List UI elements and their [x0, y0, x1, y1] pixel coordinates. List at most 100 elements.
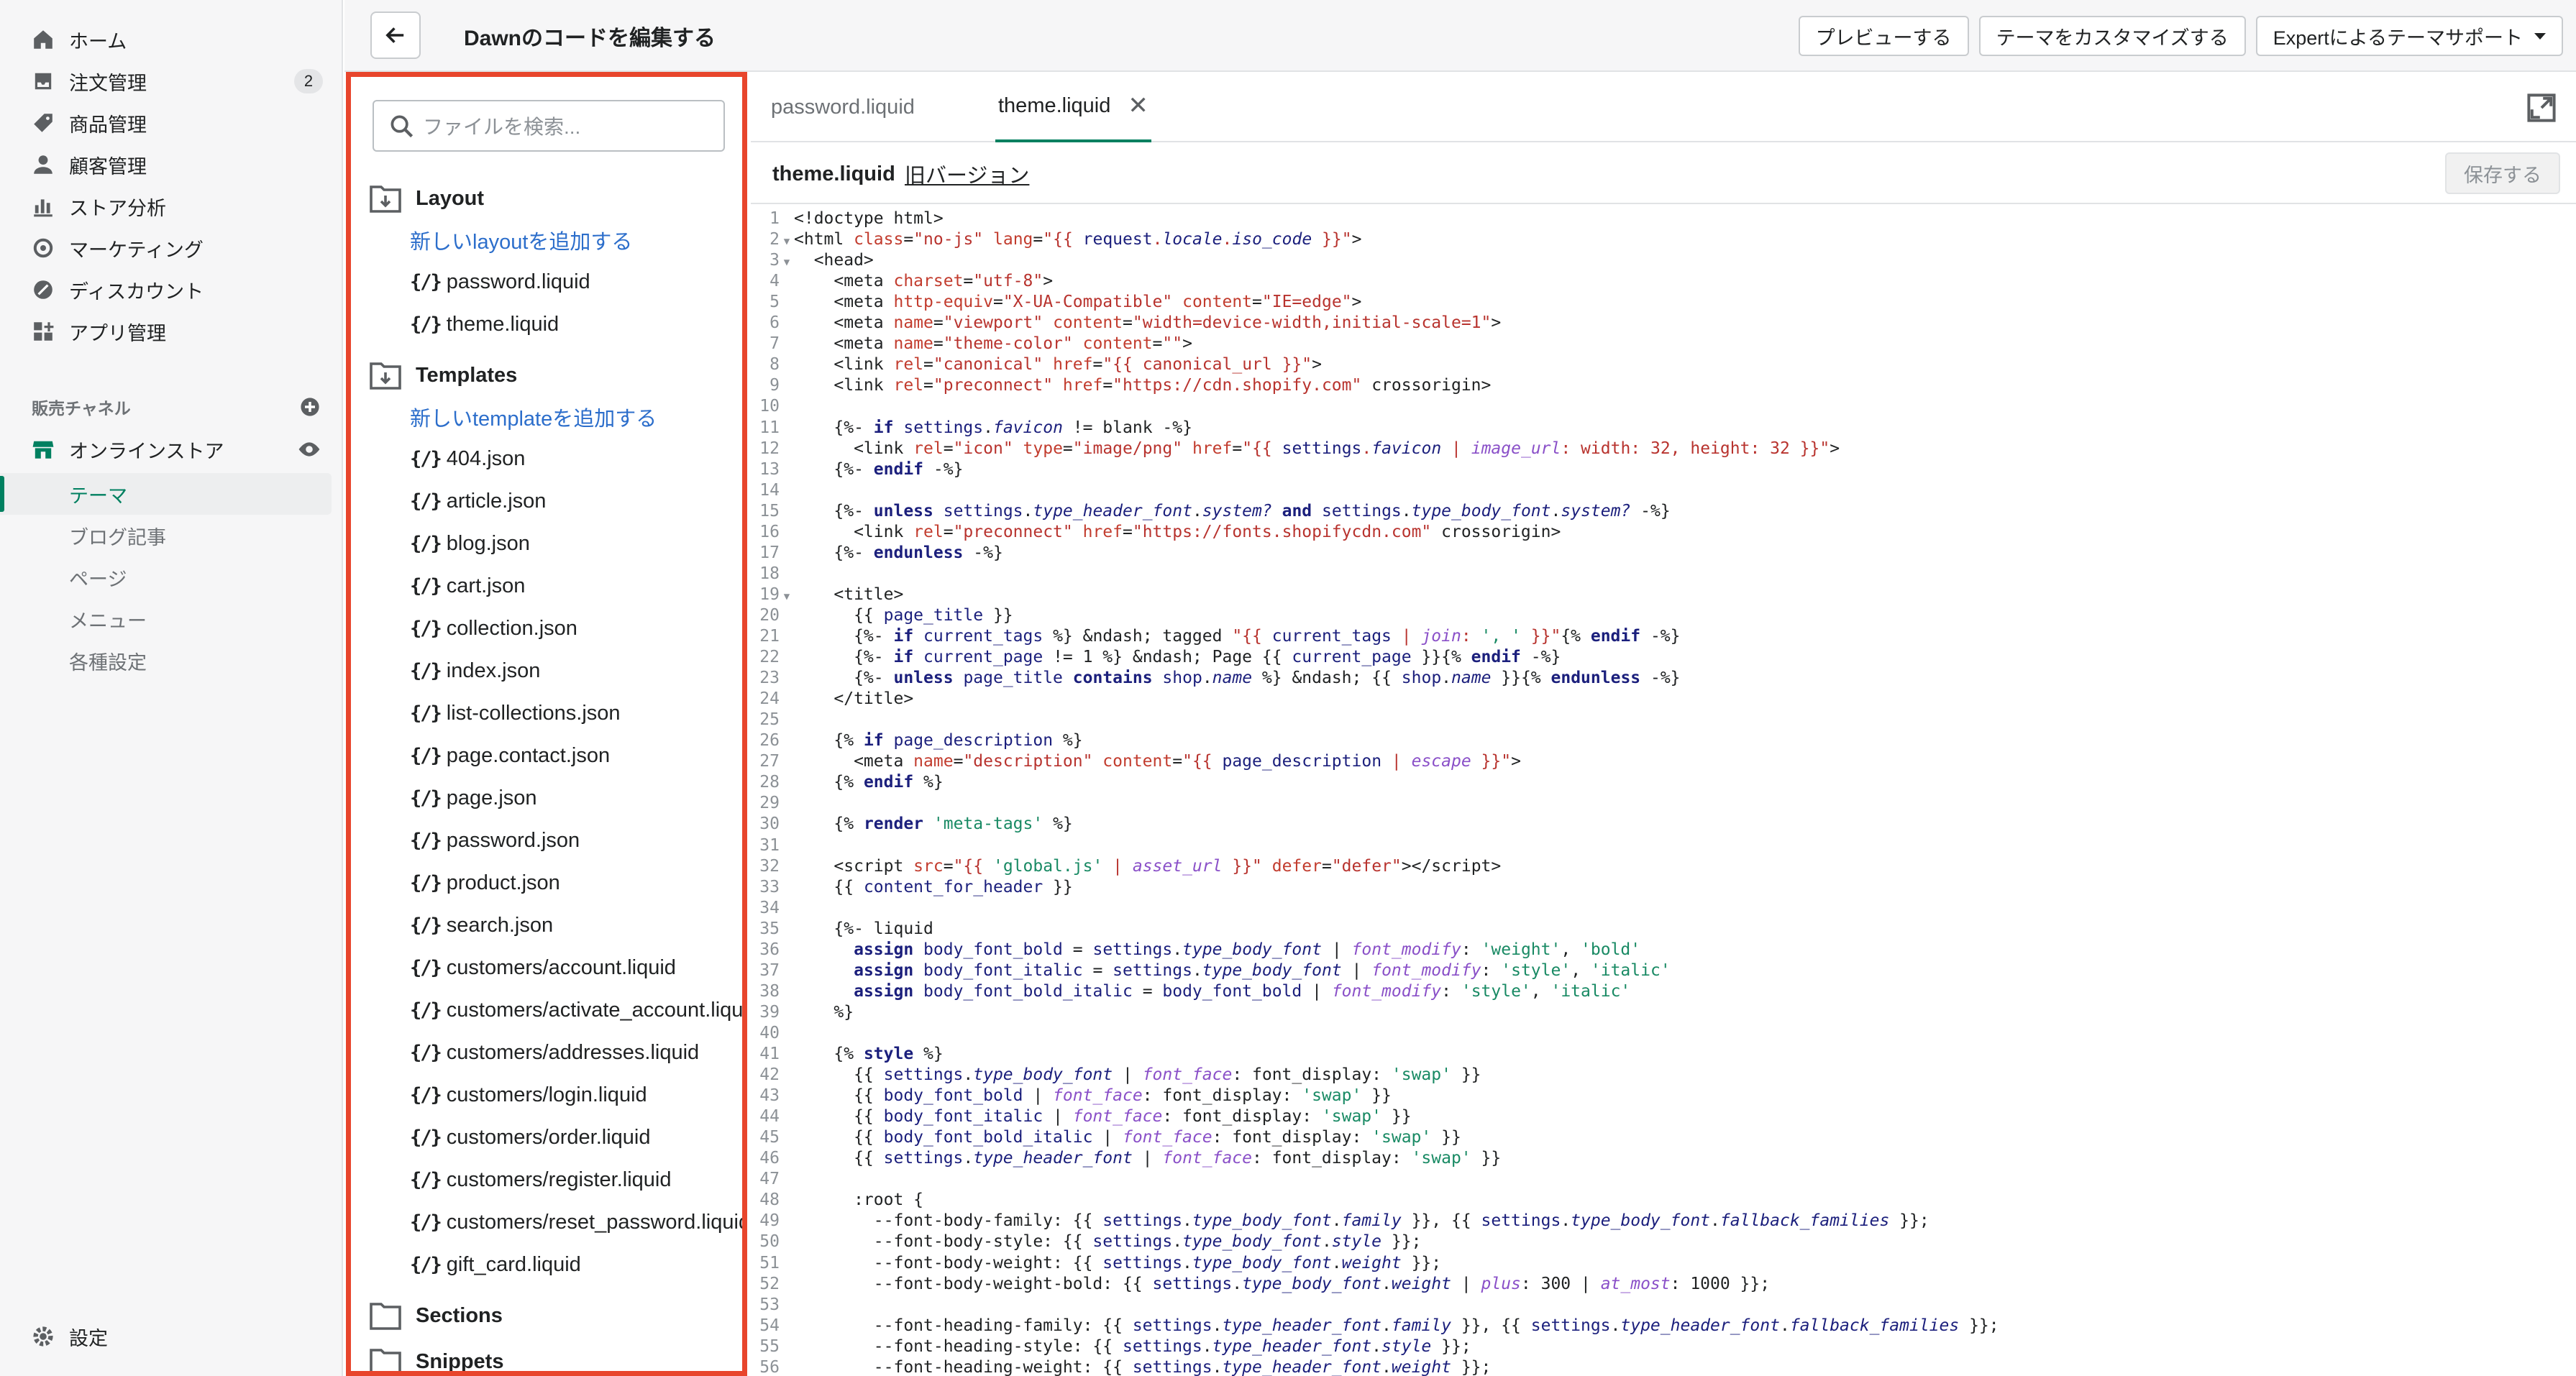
line-number: 19	[759, 584, 780, 604]
nav-item-analytics[interactable]: ストア分析	[0, 185, 342, 227]
nav-item-settings[interactable]: 設定	[0, 1316, 342, 1357]
eye-icon[interactable]	[297, 438, 321, 461]
code-line: 4 <meta charset="utf-8">	[751, 271, 1053, 292]
nav-item-online-store[interactable]: オンラインストア	[0, 428, 342, 470]
code-text: {{ settings.type_header_font | font_face…	[794, 1149, 1502, 1168]
code-text: <link rel="preconnect" href="https://cdn…	[794, 376, 1492, 395]
file-item[interactable]: {/} collection.json	[351, 607, 742, 650]
code-file-icon: {/}	[410, 1127, 442, 1149]
tag-icon	[32, 111, 55, 134]
file-item[interactable]: {/} customers/login.liquid	[351, 1074, 742, 1116]
nav-label: オンラインストア	[69, 440, 224, 462]
nav-item-products[interactable]: 商品管理	[0, 102, 342, 144]
file-item[interactable]: {/} search.json	[351, 904, 742, 947]
code-line: 52 --font-body-weight-bold: {{ settings.…	[751, 1274, 1770, 1295]
folder-templates[interactable]: Templates	[351, 354, 742, 396]
file-item[interactable]: {/} 404.json	[351, 438, 742, 480]
folder-layout[interactable]: Layout	[351, 178, 742, 219]
file-name: password.json	[446, 829, 580, 852]
file-item[interactable]: {/} password.liquid	[351, 261, 742, 303]
customize-theme-button[interactable]: テーマをカスタマイズする	[1978, 16, 2246, 56]
line-number: 17	[759, 543, 780, 562]
back-button[interactable]	[370, 12, 421, 59]
code-area[interactable]: 1 <!doctype html> 2 ▼ <html class="no-js" la…	[751, 208, 2576, 1376]
subnav-blog-posts[interactable]: ブログ記事	[0, 515, 342, 556]
close-icon[interactable]: ✕	[1128, 91, 1148, 120]
nav-item-home[interactable]: ホーム	[0, 19, 342, 60]
file-item[interactable]: {/} index.json	[351, 650, 742, 692]
file-item[interactable]: {/} password.json	[351, 820, 742, 862]
add-template-link[interactable]: 新しいtemplateを追加する	[351, 396, 742, 438]
old-versions-link[interactable]: 旧バージョン	[905, 144, 1029, 204]
expand-icon[interactable]	[2526, 92, 2557, 124]
fold-toggle-icon[interactable]: ▼	[780, 231, 794, 252]
nav-item-discounts[interactable]: ディスカウント	[0, 269, 342, 311]
line-number: 31	[759, 835, 780, 855]
plus-circle-icon[interactable]	[300, 397, 320, 417]
code-file-icon: {/}	[410, 1254, 442, 1276]
file-item[interactable]: {/} blog.json	[351, 523, 742, 565]
line-number: 27	[759, 752, 780, 771]
code-file-icon: {/}	[410, 490, 442, 513]
fold-toggle-icon[interactable]: ▼	[780, 252, 794, 273]
folder-sections[interactable]: Sections	[351, 1295, 742, 1336]
line-number: 11	[759, 418, 780, 437]
file-item[interactable]: {/} customers/addresses.liquid	[351, 1032, 742, 1074]
code-text: <head>	[794, 251, 874, 270]
file-name: collection.json	[446, 617, 577, 640]
subnav-preferences[interactable]: 各種設定	[0, 640, 342, 682]
code-file-icon: {/}	[410, 830, 442, 852]
code-text: <link rel="preconnect" href="https://fon…	[794, 522, 1561, 541]
file-item[interactable]: {/} customers/order.liquid	[351, 1116, 742, 1159]
file-item[interactable]: {/} page.contact.json	[351, 735, 742, 777]
code-line: 7 <meta name="theme-color" content="">	[751, 334, 1192, 354]
code-line: 42 {{ settings.type_body_font | font_fac…	[751, 1065, 1481, 1086]
file-item[interactable]: {/} customers/reset_password.liquid	[351, 1201, 742, 1244]
preview-button[interactable]: プレビューする	[1798, 16, 1969, 56]
code-text: {%- if current_tags %} &ndash; tagged "{…	[794, 627, 1681, 646]
line-number: 51	[759, 1253, 780, 1272]
folder-snippets[interactable]: Snippets	[351, 1341, 742, 1371]
file-search-input[interactable]: ファイルを検索...	[373, 100, 725, 152]
store-icon	[32, 438, 55, 461]
nav-item-orders[interactable]: 注文管理 2	[0, 60, 342, 102]
code-text: assign body_font_italic = settings.type_…	[854, 960, 1671, 980]
file-item[interactable]: {/} gift_card.liquid	[351, 1244, 742, 1286]
subnav-pages[interactable]: ページ	[0, 556, 342, 598]
code-line: 18	[751, 564, 794, 584]
template-file-list: {/} 404.json {/} article.json {/} blog.json {/…	[351, 438, 742, 1286]
file-name: customers/order.liquid	[446, 1126, 651, 1149]
file-browser-panel: ファイルを検索... Layout 新しいlayoutを追加する {/} pass…	[346, 72, 747, 1376]
line-number: 14	[759, 480, 780, 500]
code-text: {%- unless page_title contains shop.name…	[794, 669, 1681, 688]
tab-theme-liquid[interactable]: theme.liquid ✕	[995, 72, 1151, 142]
nav-item-customers[interactable]: 顧客管理	[0, 144, 342, 185]
add-layout-link[interactable]: 新しいlayoutを追加する	[351, 219, 742, 261]
file-item[interactable]: {/} customers/activate_account.liquid	[351, 989, 742, 1032]
file-item[interactable]: {/} customers/account.liquid	[351, 947, 742, 989]
file-item[interactable]: {/} list-collections.json	[351, 692, 742, 735]
file-item[interactable]: {/} page.json	[351, 777, 742, 820]
file-item[interactable]: {/} product.json	[351, 862, 742, 904]
code-text: --font-heading-style: {{ settings.type_h…	[794, 1336, 1471, 1356]
file-item[interactable]: {/} theme.liquid	[351, 303, 742, 346]
code-text: {{ body_font_italic | font_face: font_di…	[794, 1107, 1412, 1127]
code-text: {% endif %}	[794, 773, 944, 792]
tab-password-liquid[interactable]: password.liquid	[771, 72, 915, 142]
file-item[interactable]: {/} cart.json	[351, 565, 742, 607]
fold-toggle-icon[interactable]: ▼	[780, 587, 794, 607]
code-file-icon: {/}	[410, 872, 442, 894]
save-button[interactable]: 保存する	[2445, 152, 2560, 194]
subnav-menus[interactable]: メニュー	[0, 598, 342, 640]
expert-support-button[interactable]: Expertによるテーマサポート	[2255, 16, 2563, 56]
file-name: page.contact.json	[446, 744, 611, 767]
file-item[interactable]: {/} customers/register.liquid	[351, 1159, 742, 1201]
line-number: 47	[759, 1170, 780, 1189]
nav-item-apps[interactable]: アプリ管理	[0, 311, 342, 352]
code-text: assign body_font_bold = settings.type_bo…	[854, 940, 1641, 959]
file-name: gift_card.liquid	[446, 1253, 581, 1276]
subnav-themes[interactable]: テーマ	[0, 473, 332, 515]
file-item[interactable]: {/} article.json	[351, 480, 742, 523]
line-number: 53	[759, 1295, 780, 1314]
nav-item-marketing[interactable]: マーケティング	[0, 227, 342, 269]
